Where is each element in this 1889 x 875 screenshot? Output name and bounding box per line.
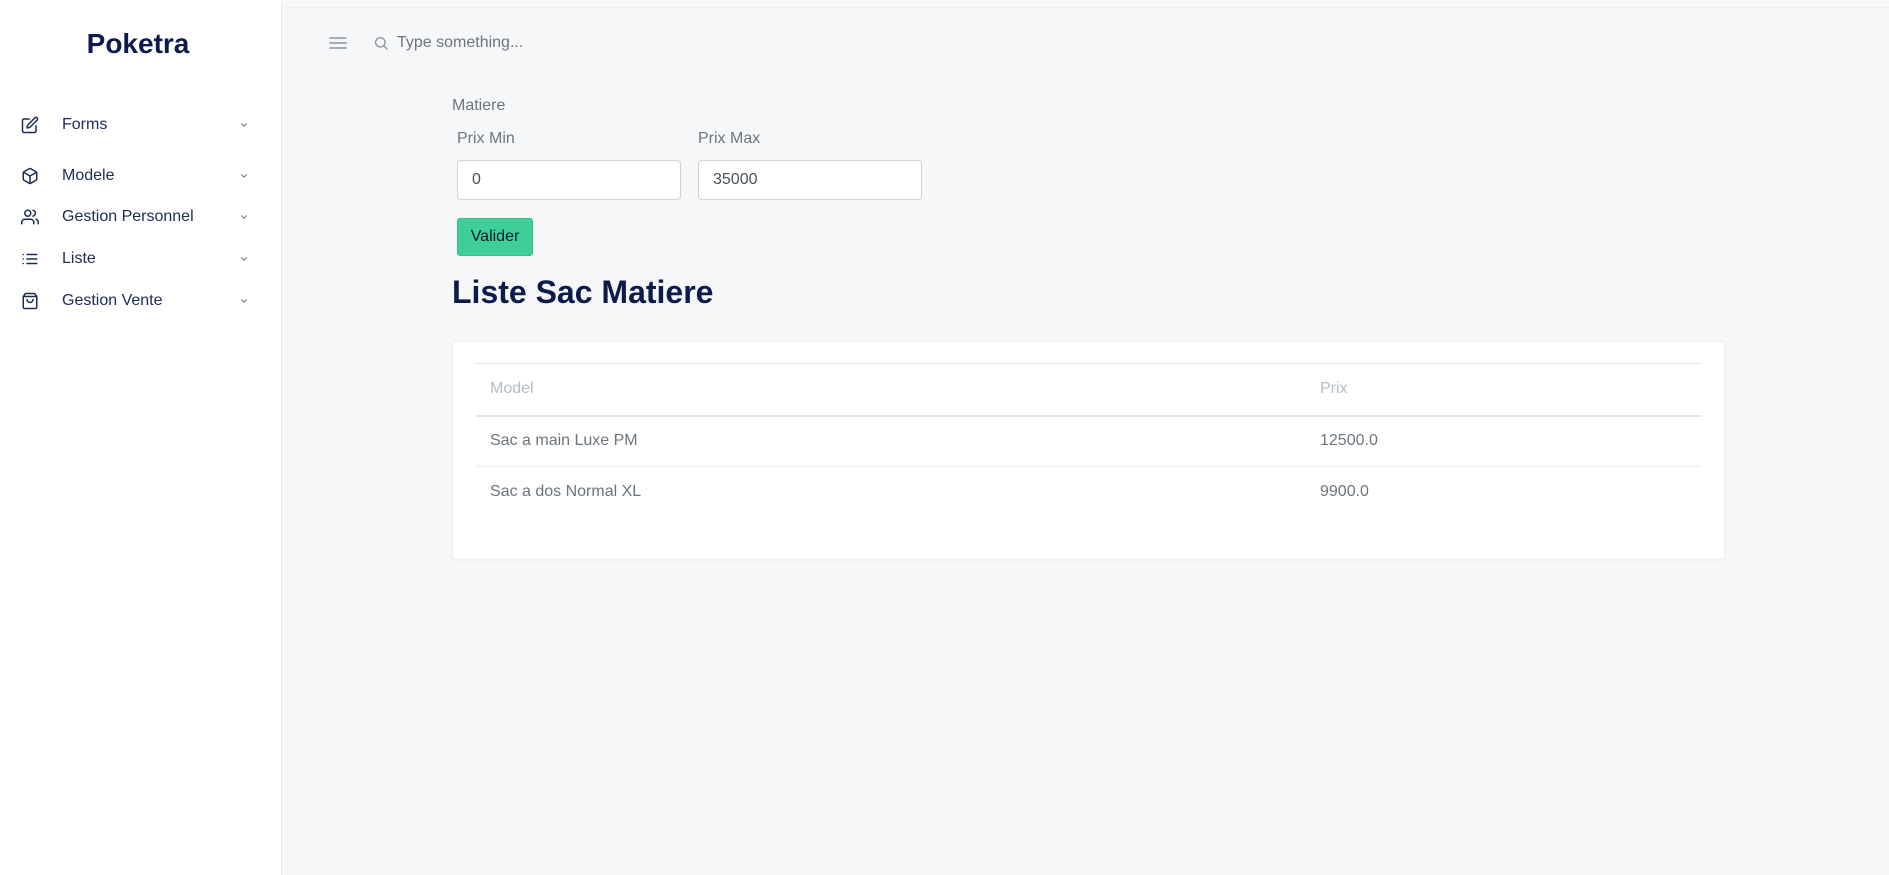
search-input[interactable] xyxy=(397,30,797,56)
table-row: Sac a main Luxe PM 12500.0 xyxy=(476,416,1701,467)
prix-min-label: Prix Min xyxy=(457,130,515,147)
search-icon xyxy=(373,35,389,51)
prix-max-input[interactable] xyxy=(698,160,922,200)
sac-matiere-table: Model Prix Sac a main Luxe PM 12500.0 Sa… xyxy=(476,363,1701,518)
shopping-bag-icon xyxy=(21,292,39,310)
sidebar-item-label: Gestion Vente xyxy=(62,292,163,309)
cube-icon xyxy=(21,167,39,185)
cell-model: Sac a dos Normal XL xyxy=(490,483,642,501)
page-title: Liste Sac Matiere xyxy=(452,274,714,310)
edit-icon xyxy=(21,116,39,134)
sidebar-item-label: Liste xyxy=(62,250,96,267)
cell-model: Sac a main Luxe PM xyxy=(490,432,638,450)
chevron-down-icon xyxy=(239,171,249,181)
users-icon xyxy=(21,208,39,226)
sidebar-item-modele[interactable]: Modele xyxy=(0,158,276,194)
sidebar-item-gestion-personnel[interactable]: Gestion Personnel xyxy=(0,199,276,235)
table-header-row: Model Prix xyxy=(476,363,1701,416)
table-card: Model Prix Sac a main Luxe PM 12500.0 Sa… xyxy=(452,341,1725,560)
chevron-down-icon xyxy=(239,120,249,130)
filter-title: Matiere xyxy=(452,97,506,114)
prix-max-label: Prix Max xyxy=(698,130,761,147)
sidebar-item-liste[interactable]: Liste xyxy=(0,241,276,277)
sidebar-item-forms[interactable]: Forms xyxy=(0,107,276,143)
prix-min-input[interactable] xyxy=(457,160,681,200)
hamburger-menu-icon[interactable] xyxy=(329,36,347,50)
column-header-model: Model xyxy=(490,380,534,398)
chevron-down-icon xyxy=(239,296,249,306)
sidebar-item-label: Forms xyxy=(62,116,108,133)
sidebar-item-label: Gestion Personnel xyxy=(62,208,194,225)
sidebar: Poketra Forms Modele Gestion Personnel L… xyxy=(0,0,282,875)
list-icon xyxy=(21,250,39,268)
table-row: Sac a dos Normal XL 9900.0 xyxy=(476,467,1701,518)
brand-logo[interactable]: Poketra xyxy=(0,28,276,60)
chevron-down-icon xyxy=(239,254,249,264)
valider-button[interactable]: Valider xyxy=(457,218,533,256)
topbar xyxy=(283,7,1889,81)
cell-prix: 9900.0 xyxy=(1320,483,1369,501)
chevron-down-icon xyxy=(239,212,249,222)
column-header-prix: Prix xyxy=(1320,380,1348,398)
sidebar-item-gestion-vente[interactable]: Gestion Vente xyxy=(0,283,276,319)
cell-prix: 12500.0 xyxy=(1320,432,1378,450)
sidebar-item-label: Modele xyxy=(62,167,115,184)
